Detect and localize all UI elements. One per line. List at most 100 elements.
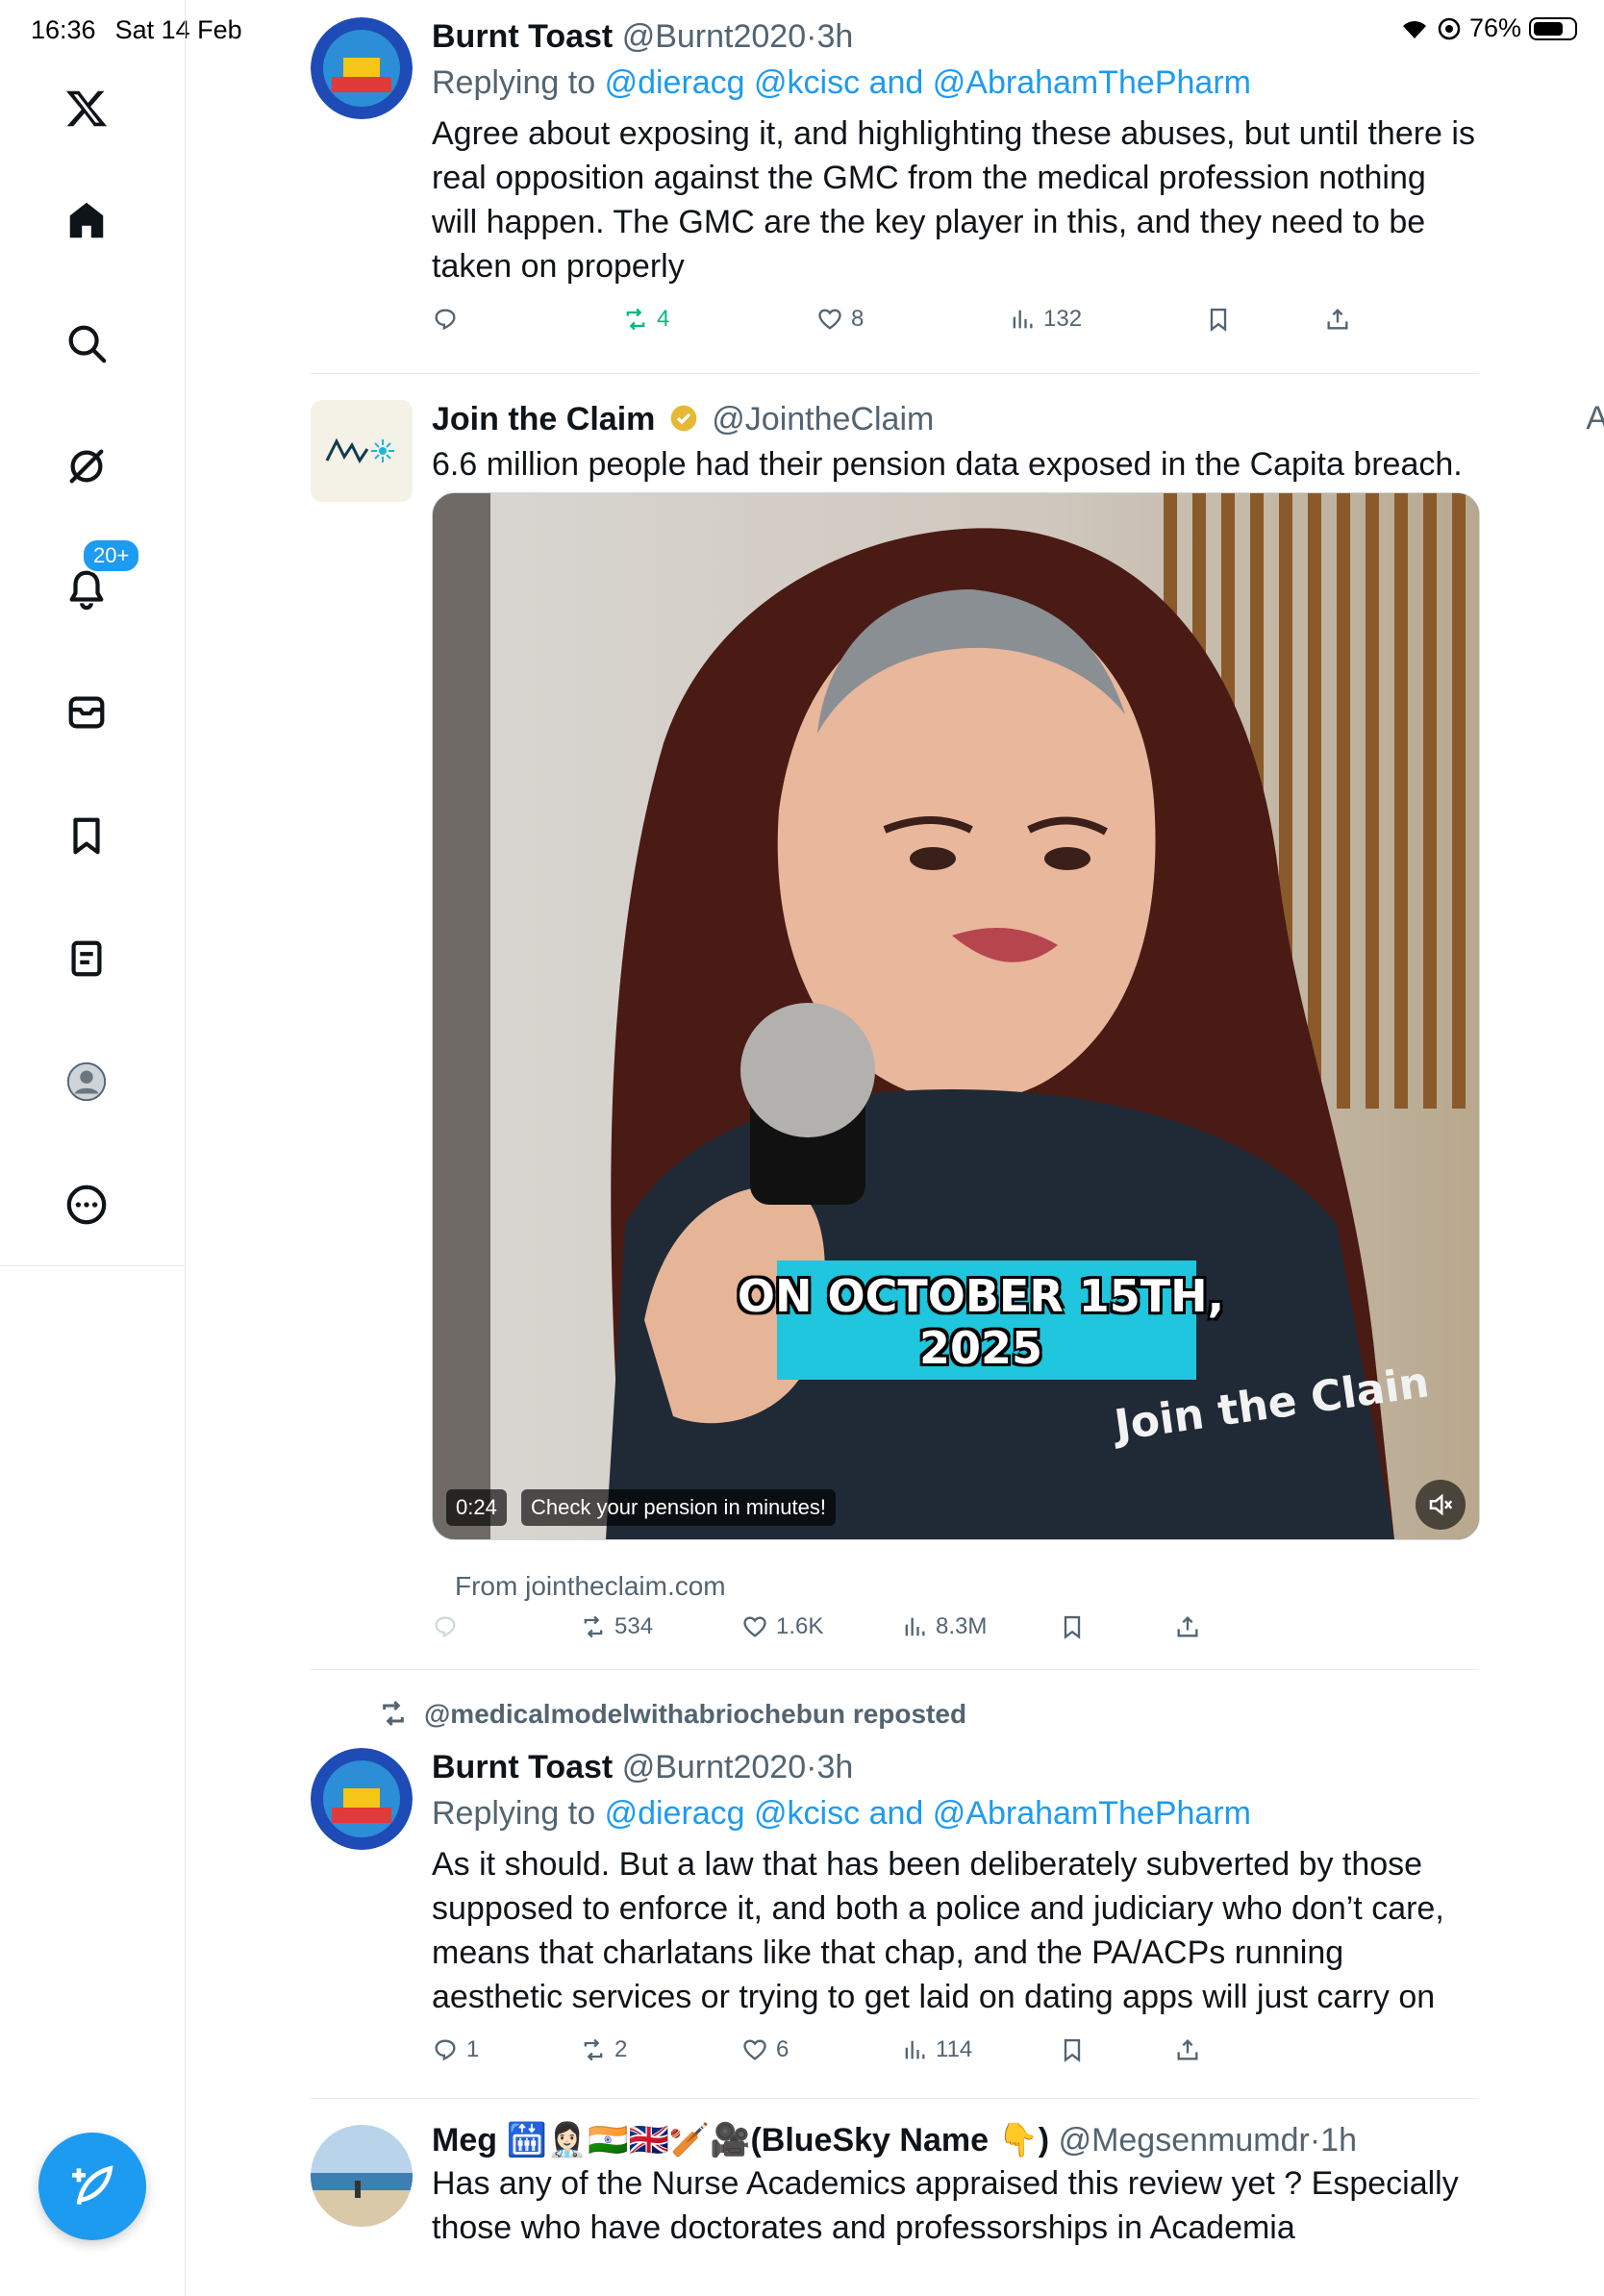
share-icon — [1327, 309, 1348, 330]
like-count: 1.6K — [776, 1613, 824, 1639]
timestamp[interactable]: 3h — [816, 18, 853, 55]
heart-icon — [743, 2039, 766, 2060]
tweet-actions: 1 2 6 114 — [432, 2036, 1478, 2075]
bookmark-icon — [1064, 1615, 1081, 1639]
like-button[interactable]: 1.6K — [741, 1613, 823, 1640]
reply-button[interactable]: 1 — [432, 2036, 479, 2063]
repost-count: 4 — [657, 306, 670, 332]
muted-speaker-icon — [1429, 1493, 1453, 1516]
repost-context[interactable]: @medicalmodelwithabriochebun reposted — [378, 1698, 966, 1730]
view-count: 132 — [1043, 306, 1083, 332]
tweet-divider — [311, 373, 1478, 374]
profile-icon[interactable] — [43, 1038, 130, 1125]
verified-badge-icon — [670, 405, 697, 432]
views-button[interactable]: 8.3M — [901, 1613, 987, 1640]
timeline: Burnt Toast @Burnt2020·3h Replying to @d… — [186, 0, 1604, 2296]
tweet-text: Has any of the Nurse Academics appraised… — [432, 2165, 1459, 2246]
x-logo-icon[interactable] — [43, 65, 130, 152]
notifications-icon[interactable]: 20+ — [43, 538, 141, 633]
mention-link[interactable]: @AbrahamThePharm — [933, 64, 1251, 101]
tweet-divider — [311, 1669, 1478, 1670]
display-name[interactable]: Join the Claim — [432, 401, 655, 437]
video-player[interactable]: ON OCTOBER 15TH, 2025 Join the Clain 0:2… — [432, 492, 1480, 1540]
user-handle[interactable]: @Megsenmumdr — [1059, 2122, 1310, 2159]
display-name[interactable]: Burnt Toast — [432, 18, 613, 55]
messages-icon[interactable] — [43, 669, 130, 756]
tweet-text: Agree about exposing it, and highlightin… — [432, 115, 1475, 285]
like-button[interactable]: 8 — [816, 306, 864, 333]
like-count: 8 — [851, 306, 865, 332]
mention-link[interactable]: @kcisc — [754, 64, 860, 101]
ad-label: Ad — [1586, 400, 1604, 437]
like-button[interactable]: 6 — [741, 2036, 789, 2063]
like-count: 6 — [776, 2036, 789, 2062]
share-icon — [1177, 1616, 1198, 1637]
repost-count: 534 — [614, 1613, 654, 1639]
notifications-badge: 20+ — [82, 538, 141, 573]
avatar[interactable] — [311, 400, 413, 502]
video-caption: Check your pension in minutes! — [521, 1489, 836, 1526]
repost-icon — [626, 308, 645, 331]
mention-link[interactable]: @dieracg — [605, 1795, 745, 1832]
mute-button[interactable] — [1416, 1480, 1466, 1530]
video-caption-overlay: ON OCTOBER 15TH, 2025 — [737, 1270, 1225, 1374]
tweet-text: As it should. But a law that has been de… — [432, 1846, 1444, 2015]
heart-icon — [743, 1616, 766, 1637]
bookmark-icon — [1064, 2038, 1081, 2062]
tweet-header: Burnt Toast @Burnt2020·3h — [432, 1748, 1478, 1786]
avatar[interactable] — [311, 1748, 413, 1850]
source-link[interactable]: From jointheclaim.com — [455, 1571, 726, 1602]
repost-button[interactable]: 4 — [622, 306, 669, 333]
bookmarks-icon[interactable] — [43, 792, 130, 879]
compose-icon — [72, 2165, 113, 2206]
search-icon[interactable] — [43, 300, 130, 387]
timestamp[interactable]: 3h — [816, 1749, 853, 1785]
bookmark-icon — [1210, 308, 1227, 332]
display-name[interactable]: Meg 🛗👩🏻‍⚕️🇮🇳🇬🇧🏏🎥(BlueSky Name 👇) — [432, 2122, 1049, 2159]
display-name[interactable]: Burnt Toast — [432, 1749, 613, 1785]
share-button[interactable] — [1324, 306, 1351, 333]
view-count: 114 — [936, 2036, 973, 2062]
tweet[interactable]: Burnt Toast @Burnt2020·3h Replying to @d… — [311, 17, 1604, 373]
repost-button[interactable]: 2 — [580, 2036, 627, 2063]
views-button[interactable]: 132 — [1009, 306, 1082, 333]
bookmark-button[interactable] — [1205, 306, 1232, 333]
tweet-header: Join the Claim @JointheClaim — [432, 400, 1478, 438]
share-icon — [1177, 2039, 1198, 2060]
replying-to: Replying to @dieracg @kcisc and @Abraham… — [432, 63, 1478, 102]
views-icon — [905, 2040, 925, 2059]
tweet[interactable]: Burnt Toast @Burnt2020·3h Replying to @d… — [311, 1748, 1604, 2065]
views-button[interactable]: 114 — [901, 2036, 972, 2063]
compose-button[interactable] — [38, 2133, 146, 2240]
tweet-text: 6.6 million people had their pension dat… — [432, 446, 1463, 483]
timestamp[interactable]: 1h — [1320, 2122, 1357, 2159]
share-button[interactable] — [1174, 1613, 1201, 1640]
tweet[interactable]: Meg 🛗👩🏻‍⚕️🇮🇳🇬🇧🏏🎥(BlueSky Name 👇) @Megsen… — [311, 2121, 1604, 2296]
mention-link[interactable]: @AbrahamThePharm — [933, 1795, 1251, 1832]
user-handle[interactable]: @Burnt2020 — [622, 18, 806, 55]
video-duration: 0:24 — [446, 1489, 507, 1526]
mention-link[interactable]: @kcisc — [754, 1795, 860, 1832]
home-icon[interactable] — [43, 177, 130, 263]
bookmark-button[interactable] — [1059, 1613, 1086, 1640]
tweet-actions: 4 8 132 — [432, 306, 1478, 344]
tweet-content: Meg 🛗👩🏻‍⚕️🇮🇳🇬🇧🏏🎥(BlueSky Name 👇) @Megsen… — [432, 2121, 1478, 2250]
lists-icon[interactable] — [43, 915, 130, 1002]
share-button[interactable] — [1174, 2036, 1201, 2063]
repost-button[interactable]: 534 — [580, 1613, 653, 1640]
bookmark-button[interactable] — [1059, 2036, 1086, 2063]
user-handle[interactable]: @JointheClaim — [712, 401, 934, 437]
user-handle[interactable]: @Burnt2020 — [622, 1749, 806, 1785]
reply-icon — [435, 1616, 456, 1638]
replying-label: Replying to — [432, 64, 596, 101]
avatar[interactable] — [311, 17, 413, 119]
separator: · — [806, 18, 817, 55]
reply-button[interactable] — [432, 306, 466, 333]
views-icon — [905, 1617, 925, 1636]
more-icon[interactable] — [43, 1161, 130, 1248]
promoted-tweet[interactable]: Join the Claim @JointheClaim 6.6 million… — [311, 400, 1604, 1669]
mention-link[interactable]: @dieracg — [605, 64, 745, 101]
grok-icon[interactable] — [43, 423, 130, 510]
reply-button[interactable] — [432, 1613, 466, 1640]
avatar[interactable] — [311, 2125, 413, 2227]
